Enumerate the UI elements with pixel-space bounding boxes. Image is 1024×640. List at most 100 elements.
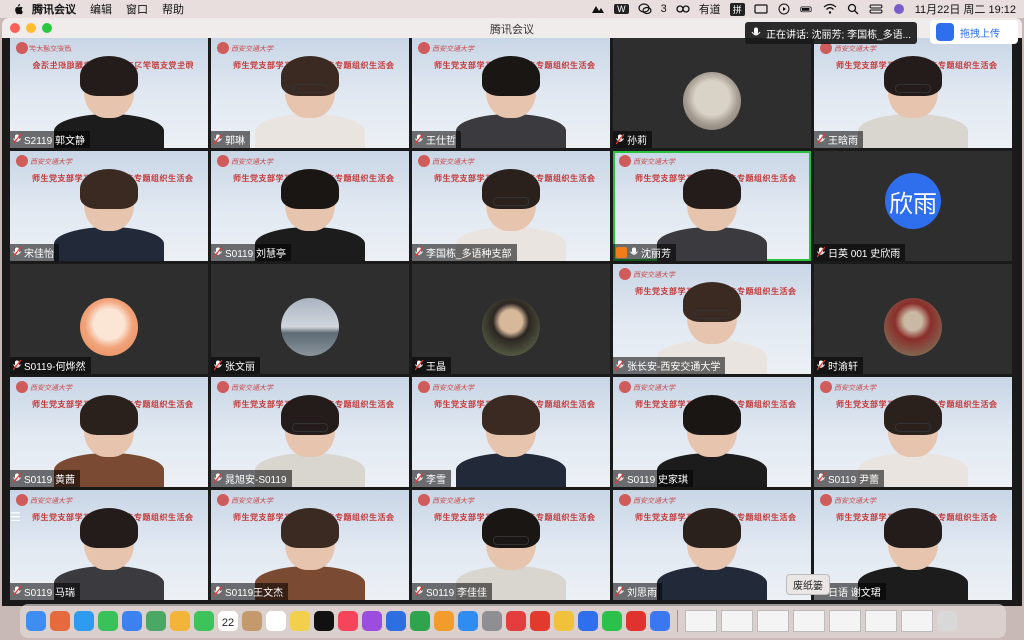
participant-tile[interactable]: 西安交通大学师生党支部学习二十大报告专题组织生活会王仕哲 — [412, 38, 610, 148]
menubar-datetime[interactable]: 11月22日 周二 19:12 — [915, 1, 1016, 17]
play-icon[interactable] — [777, 3, 791, 15]
menu-edit[interactable]: 编辑 — [90, 1, 112, 17]
participant-tile[interactable]: 张文丽 — [211, 264, 409, 374]
maps-icon[interactable] — [146, 611, 166, 631]
wps-icon[interactable] — [530, 611, 550, 631]
safari-icon[interactable] — [74, 611, 94, 631]
menu-help[interactable]: 帮助 — [162, 1, 184, 17]
participant-tile[interactable]: 西安交通大学师生党支部学习二十大报告专题组织生活会S0119 黄茜 — [10, 377, 208, 487]
input-method-indicator[interactable]: 拼 — [729, 2, 745, 16]
music-icon[interactable] — [338, 611, 358, 631]
photos-icon[interactable] — [170, 611, 190, 631]
keynote-icon[interactable] — [386, 611, 406, 631]
notes-icon[interactable] — [290, 611, 310, 631]
trash-icon[interactable] — [937, 611, 957, 631]
youdao-icon[interactable] — [506, 611, 526, 631]
pages-icon[interactable] — [434, 611, 454, 631]
participant-tile[interactable]: 西安交通大学师生党支部学习二十大报告专题组织生活会S0119王文杰 — [211, 490, 409, 600]
podcasts-icon[interactable] — [362, 611, 382, 631]
participant-video-feed — [54, 169, 164, 261]
participant-tile[interactable]: 西安交通大学师生党支部学习二十大报告专题组织生活会S0119 史家琪 — [613, 377, 811, 487]
battery-icon[interactable] — [800, 3, 814, 15]
calendar-icon[interactable]: 22 — [218, 611, 238, 631]
participant-name-bar: 张文丽 — [211, 357, 260, 374]
teams-icon[interactable] — [591, 3, 605, 15]
menu-app-name[interactable]: 腾讯会议 — [32, 1, 76, 17]
participant-tile[interactable]: 西安交通大学师生党支部学习二十大报告专题组织生活会日语 谢文珺 — [814, 490, 1012, 600]
participant-tile[interactable]: 西安交通大学师生党支部学习二十大报告专题组织生活会宋佳怡 — [10, 151, 208, 261]
minimized-window-thumbnail[interactable] — [793, 610, 825, 632]
participant-tile[interactable]: 孙莉 — [613, 38, 811, 148]
minimized-window-thumbnail[interactable] — [685, 610, 717, 632]
minimized-window-thumbnail[interactable] — [901, 610, 933, 632]
side-menu-icon[interactable]: ☰ — [10, 510, 24, 524]
participant-tile[interactable]: 西安交通大学师生党支部学习二十大报告专题组织生活会刘思雨 — [613, 490, 811, 600]
reminders-icon[interactable] — [266, 611, 286, 631]
participant-tile[interactable]: 西安交通大学师生党支部学习二十大报告专题组织生活会张长安-西安交通大学 — [613, 264, 811, 374]
participant-tile[interactable]: 西安交通大学师生党支部学习二十大报告专题组织生活会S2119 郭文静 — [10, 38, 208, 148]
search-icon[interactable] — [846, 3, 860, 15]
feishu-icon[interactable] — [650, 611, 670, 631]
participant-tile[interactable]: 西安交通大学师生党支部学习二十大报告专题组织生活会S0119 马瑞 — [10, 490, 208, 600]
control-center-icon[interactable] — [869, 3, 883, 15]
participant-tile[interactable]: 西安交通大学师生党支部学习二十大报告专题组织生活会S0119 刘慧亭 — [211, 151, 409, 261]
participant-video-feed — [255, 56, 365, 148]
participant-tile[interactable]: 西安交通大学师生党支部学习二十大报告专题组织生活会王晗雨 — [814, 38, 1012, 148]
menu-window[interactable]: 窗口 — [126, 1, 148, 17]
participant-name-bar: 日英 001 史欣雨 — [814, 244, 906, 261]
youdao-menu-label[interactable]: 有道 — [699, 1, 721, 17]
participant-name: 王晶 — [426, 362, 446, 373]
feishu-menu-icon[interactable] — [676, 3, 690, 15]
apple-menu-icon[interactable] — [12, 3, 24, 15]
appstore-icon[interactable] — [458, 611, 478, 631]
participant-name-bar: 刘思雨 — [613, 583, 662, 600]
participant-tile[interactable]: 时渝轩 — [814, 264, 1012, 374]
participant-tile[interactable]: 王晶 — [412, 264, 610, 374]
mic-muted-icon — [616, 473, 624, 484]
participant-tile[interactable]: 欣雨 日英 001 史欣雨 — [814, 151, 1012, 261]
chrome-icon[interactable] — [554, 611, 574, 631]
display-icon[interactable] — [754, 3, 768, 15]
contacts-icon[interactable] — [242, 611, 262, 631]
participant-tile[interactable]: 西安交通大学师生党支部学习二十大报告专题组织生活会S0119 尹蕾 — [814, 377, 1012, 487]
university-name: 西安交通大学 — [633, 272, 675, 279]
tencent-meeting-icon[interactable] — [578, 611, 598, 631]
launchpad-icon[interactable] — [50, 611, 70, 631]
siri-icon[interactable] — [892, 3, 906, 15]
university-crest-icon — [619, 494, 631, 506]
participant-name-bar: 李雪 — [412, 470, 451, 487]
participant-tile[interactable]: 西安交通大学师生党支部学习二十大报告专题组织生活会S0119 李佳佳 — [412, 490, 610, 600]
minimized-window-thumbnail[interactable] — [757, 610, 789, 632]
appletv-icon[interactable] — [314, 611, 334, 631]
minimized-window-thumbnail[interactable] — [865, 610, 897, 632]
participant-tile[interactable]: 西安交通大学师生党支部学习二十大报告专题组织生活会沈丽芳 — [613, 151, 811, 261]
participant-name: 刘思雨 — [627, 588, 657, 599]
netease-music-icon[interactable] — [626, 611, 646, 631]
wps-menu-icon[interactable]: W — [614, 4, 629, 14]
dock: 22 — [20, 604, 1006, 638]
settings-icon[interactable] — [482, 611, 502, 631]
mail-icon[interactable] — [122, 611, 142, 631]
participant-name: S0119 史家琪 — [627, 475, 688, 486]
wechat-menu-icon[interactable] — [637, 3, 652, 15]
participant-tile[interactable]: 西安交通大学师生党支部学习二十大报告专题组织生活会李雪 — [412, 377, 610, 487]
minimized-window-thumbnail[interactable] — [829, 610, 861, 632]
mic-icon — [751, 27, 761, 36]
finder-icon[interactable] — [26, 611, 46, 631]
participant-tile[interactable]: 西安交通大学师生党支部学习二十大报告专题组织生活会晁旭安-S0119 — [211, 377, 409, 487]
mic-muted-icon — [13, 360, 21, 371]
facetime-icon[interactable] — [194, 611, 214, 631]
calendar-day: 22 — [221, 617, 235, 629]
participant-name: S0119 黄茜 — [24, 475, 75, 486]
wifi-icon[interactable] — [823, 3, 837, 15]
university-crest-icon — [16, 155, 28, 167]
messages-icon[interactable] — [98, 611, 118, 631]
drag-upload-button[interactable]: 拖拽上传 — [930, 20, 1018, 44]
participant-tile[interactable]: 西安交通大学师生党支部学习二十大报告专题组织生活会郭琳 — [211, 38, 409, 148]
wechat-icon[interactable] — [602, 611, 622, 631]
university-name: 西安交通大学 — [432, 385, 474, 392]
participant-tile[interactable]: S0119-何烨然 — [10, 264, 208, 374]
minimized-window-thumbnail[interactable] — [721, 610, 753, 632]
participant-tile[interactable]: 西安交通大学师生党支部学习二十大报告专题组织生活会李国栋_多语种支部 — [412, 151, 610, 261]
numbers-icon[interactable] — [410, 611, 430, 631]
